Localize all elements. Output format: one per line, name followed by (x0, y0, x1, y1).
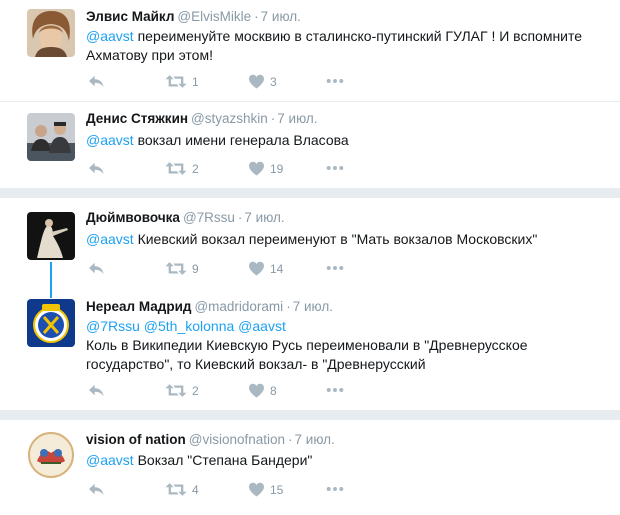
retweet-count: 9 (192, 262, 199, 276)
retweet-count: 4 (192, 483, 199, 497)
separator-dot: · (288, 432, 293, 447)
tweet-text: @aavst переименуйте москвию в сталинско-… (86, 27, 606, 65)
timestamp[interactable]: 7 июл. (293, 299, 333, 314)
tweet-text: @aavst Вокзал "Степана Бандери" (86, 451, 606, 470)
like-icon (248, 261, 265, 276)
timestamp[interactable]: 7 июл. (244, 210, 284, 225)
separator-dot: · (237, 210, 243, 225)
conversation-divider (0, 410, 620, 420)
like-button[interactable]: 8 (248, 381, 277, 399)
reply-icon (88, 261, 105, 276)
retweet-button[interactable]: 9 (165, 259, 199, 277)
tweet-body: Вокзал "Степана Бандери" (133, 452, 313, 468)
mention-link[interactable]: @aavst (86, 231, 134, 247)
retweet-button[interactable]: 2 (165, 159, 199, 177)
like-count: 14 (270, 262, 284, 276)
retweet-button[interactable]: 1 (165, 72, 199, 90)
username[interactable]: @7Rssu (183, 210, 235, 225)
tweet[interactable]: Денис Стяжкин @styazshkin · 7 июл. @aavst в… (0, 102, 620, 188)
reply-button[interactable] (88, 259, 105, 277)
like-button[interactable]: 14 (248, 259, 283, 277)
retweet-count: 2 (192, 162, 199, 176)
tweet-body: переименуйте москвию в сталинско-путинск… (86, 28, 583, 63)
mention-link[interactable]: @aavst (86, 132, 134, 148)
reply-icon (88, 161, 105, 176)
retweet-count: 1 (192, 75, 199, 89)
separator-dot: · (254, 9, 259, 24)
tweet-body: вокзал имени генерала Власова (133, 132, 349, 148)
separator-dot: · (286, 299, 291, 314)
like-icon (248, 161, 265, 176)
tweet[interactable]: Нереал Мадрид @madridorami · 7 июл. @7Rssu … (0, 286, 620, 408)
more-icon (326, 387, 344, 393)
like-count: 19 (270, 162, 284, 176)
tweet-text: @aavst вокзал имени генерала Власова (86, 131, 606, 150)
avatar[interactable] (27, 431, 75, 479)
username[interactable]: @madridorami (194, 299, 283, 314)
more-button[interactable] (326, 480, 344, 498)
avatar[interactable] (27, 9, 75, 57)
timestamp[interactable]: 7 июл. (261, 9, 301, 24)
separator-dot: · (270, 111, 276, 126)
retweet-button[interactable]: 4 (165, 480, 199, 498)
retweet-icon (165, 482, 187, 497)
more-icon (326, 265, 344, 271)
like-button[interactable]: 3 (248, 72, 277, 90)
more-icon (326, 165, 344, 171)
reply-button[interactable] (88, 159, 105, 177)
display-name[interactable]: Элвис Майкл (86, 9, 174, 24)
like-button[interactable]: 15 (248, 480, 283, 498)
more-button[interactable] (326, 259, 344, 277)
tweet-text: @7Rssu @5th_kolonna @aavst Коль в Википе… (86, 317, 606, 374)
avatar[interactable] (27, 212, 75, 260)
more-button[interactable] (326, 159, 344, 177)
display-name[interactable]: vision of nation (86, 432, 186, 447)
more-icon (326, 78, 344, 84)
retweet-count: 2 (192, 384, 199, 398)
mention-link[interactable]: @7Rssu @5th_kolonna @aavst (86, 317, 606, 336)
tweet[interactable]: vision of nation @visionofnation · 7 июл. @… (0, 420, 620, 515)
display-name[interactable]: Дюймвовочка (86, 210, 180, 225)
conversation-divider (0, 188, 620, 198)
display-name[interactable]: Нереал Мадрид (86, 299, 191, 314)
reply-button[interactable] (88, 72, 105, 90)
username[interactable]: @visionofnation (189, 432, 285, 447)
reply-icon (88, 74, 105, 89)
reply-icon (88, 383, 105, 398)
tweet-body: Коль в Википедии Киевскую Русь переимено… (86, 337, 528, 372)
like-button[interactable]: 19 (248, 159, 283, 177)
more-button[interactable] (326, 72, 344, 90)
reply-button[interactable] (88, 480, 105, 498)
retweet-icon (165, 74, 187, 89)
display-name[interactable]: Денис Стяжкин (86, 111, 188, 126)
like-icon (248, 74, 265, 89)
reply-button[interactable] (88, 381, 105, 399)
reply-icon (88, 482, 105, 497)
tweet[interactable]: Элвис Майкл @ElvisMikle · 7 июл. @aavst пер… (0, 0, 620, 102)
retweet-icon (165, 261, 187, 276)
like-count: 15 (270, 483, 284, 497)
mention-link[interactable]: @aavst (86, 28, 134, 44)
retweet-button[interactable]: 2 (165, 381, 199, 399)
retweet-icon (165, 383, 187, 398)
username[interactable]: @ElvisMikle (177, 9, 251, 24)
like-count: 3 (270, 75, 277, 89)
like-count: 8 (270, 384, 277, 398)
tweet-text: @aavst Киевский вокзал переименуют в "Ма… (86, 230, 606, 249)
like-icon (248, 482, 265, 497)
tweet-body: Киевский вокзал переименуют в "Мать вокз… (133, 231, 538, 247)
more-icon (326, 486, 344, 492)
avatar[interactable] (27, 113, 75, 161)
mention-link[interactable]: @aavst (86, 452, 134, 468)
retweet-icon (165, 161, 187, 176)
more-button[interactable] (326, 381, 344, 399)
timestamp[interactable]: 7 июл. (295, 432, 335, 447)
tweet[interactable]: Дюймвовочка @7Rssu · 7 июл. @aavst Киевский… (0, 198, 620, 286)
like-icon (248, 383, 265, 398)
timestamp[interactable]: 7 июл. (277, 111, 317, 126)
username[interactable]: @styazshkin (191, 111, 268, 126)
avatar[interactable] (27, 299, 75, 347)
